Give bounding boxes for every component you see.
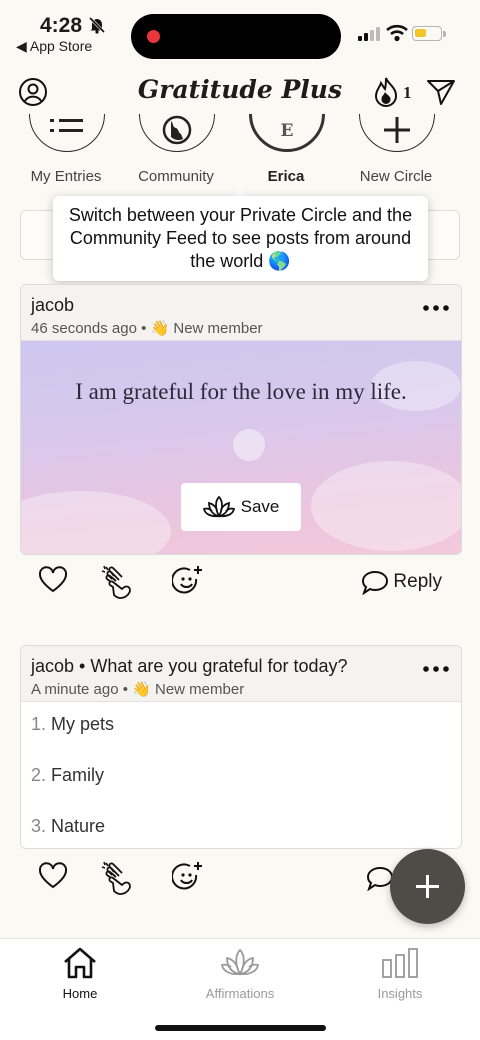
save-button[interactable]: Save [181, 483, 301, 531]
add-reaction-icon[interactable] [172, 861, 204, 893]
list-item: 3. Nature [31, 816, 106, 836]
circle-my-entries[interactable]: My Entries [11, 114, 121, 194]
post-author[interactable]: jacob [31, 656, 74, 676]
flame-icon[interactable] [372, 76, 400, 108]
list-item: 2. Family [31, 765, 105, 785]
circle-erica[interactable]: E Erica [231, 114, 341, 194]
recording-dot [147, 30, 160, 43]
circle-label: My Entries [30, 168, 102, 185]
affirmation-text: I am grateful for the love in my life. [75, 379, 407, 404]
app-header: Gratitude Plus 1 [0, 70, 480, 114]
add-reaction-icon[interactable] [172, 565, 204, 597]
circle-label: Erica [267, 168, 305, 185]
gratitude-list: 1. My pets 2. Family 3. Nature [21, 702, 461, 848]
affirmation-image: I am grateful for the love in my life. S… [21, 341, 461, 554]
separator: • [122, 681, 133, 698]
bar-chart-icon [382, 948, 418, 978]
clap-icon[interactable] [100, 565, 140, 601]
tooltip-text: Switch between your Private Circle and t… [68, 205, 413, 271]
post-time: A minute ago [31, 681, 119, 698]
clock: 4:28 [40, 14, 83, 37]
tab-bar: Home Affirmations Insights [0, 938, 480, 1040]
member-badge: 👋 New member [132, 681, 245, 698]
home-indicator [155, 1025, 326, 1031]
battery-icon [412, 26, 442, 41]
circle-new[interactable]: New Circle [341, 114, 451, 194]
circle-label: Community [138, 168, 214, 185]
dynamic-island [131, 14, 341, 59]
reply-label: Reply [393, 571, 442, 592]
moon-shape [233, 429, 265, 461]
tab-label: Home [62, 986, 98, 1001]
reply-button[interactable]: Reply [361, 569, 442, 595]
tab-insights[interactable]: Insights [330, 947, 470, 1001]
post-meta: A minute ago • 👋 New member [31, 680, 244, 698]
post-header: jacob 46 seconds ago • 👋 New member [21, 285, 461, 341]
list-icon [50, 118, 83, 132]
clap-icon[interactable] [100, 861, 140, 897]
post-meta: 46 seconds ago • 👋 New member [31, 319, 263, 337]
cloud-shape [21, 491, 171, 554]
circle-label: New Circle [359, 168, 433, 185]
battery-cap [443, 31, 446, 37]
bell-muted-icon [88, 16, 106, 34]
post-prompt: What are you grateful for today? [90, 656, 348, 676]
tab-home[interactable]: Home [10, 947, 150, 1001]
more-options-icon[interactable] [423, 305, 449, 311]
lotus-icon [220, 948, 260, 976]
lotus-icon [202, 495, 235, 518]
back-to-app-store[interactable]: ◀ App Store [16, 38, 92, 55]
post-card: jacob • What are you grateful for today?… [20, 645, 462, 849]
cloud-shape [311, 461, 461, 551]
member-badge: 👋 New member [150, 320, 263, 337]
post-time: 46 seconds ago [31, 320, 137, 337]
heart-icon[interactable] [38, 861, 68, 891]
heart-icon[interactable] [38, 565, 68, 595]
separator: • [141, 320, 151, 337]
tab-label: Insights [377, 986, 423, 1001]
tab-label: Affirmations [205, 986, 275, 1001]
post-header: jacob • What are you grateful for today?… [21, 646, 461, 702]
tab-affirmations[interactable]: Affirmations [170, 947, 310, 1001]
onboarding-tooltip[interactable]: Switch between your Private Circle and t… [53, 196, 428, 281]
post-author[interactable]: jacob [31, 295, 74, 316]
new-entry-fab[interactable] [390, 849, 465, 924]
globe-icon [162, 116, 192, 145]
more-options-icon[interactable] [423, 666, 449, 672]
streak-count: 1 [403, 83, 412, 102]
signal-icon [358, 27, 380, 41]
post-card: jacob 46 seconds ago • 👋 New member I am… [20, 284, 462, 555]
home-icon [64, 947, 96, 979]
circle-community[interactable]: Community [121, 114, 231, 194]
save-label: Save [240, 497, 280, 516]
status-bar: 4:28 ◀ App Store [0, 0, 480, 70]
post-actions: Reply [20, 565, 462, 605]
list-item: 1. My pets [31, 714, 115, 734]
circles-row: My Entries Community E Erica New Circle [0, 114, 480, 194]
speech-bubble-icon [362, 570, 389, 595]
circle-avatar-letter: E [280, 121, 294, 141]
wifi-icon [386, 24, 408, 42]
plus-icon [384, 117, 410, 144]
post-author-line: jacob • What are you grateful for today? [31, 656, 348, 677]
separator: • [79, 656, 91, 676]
send-icon[interactable] [426, 78, 456, 106]
